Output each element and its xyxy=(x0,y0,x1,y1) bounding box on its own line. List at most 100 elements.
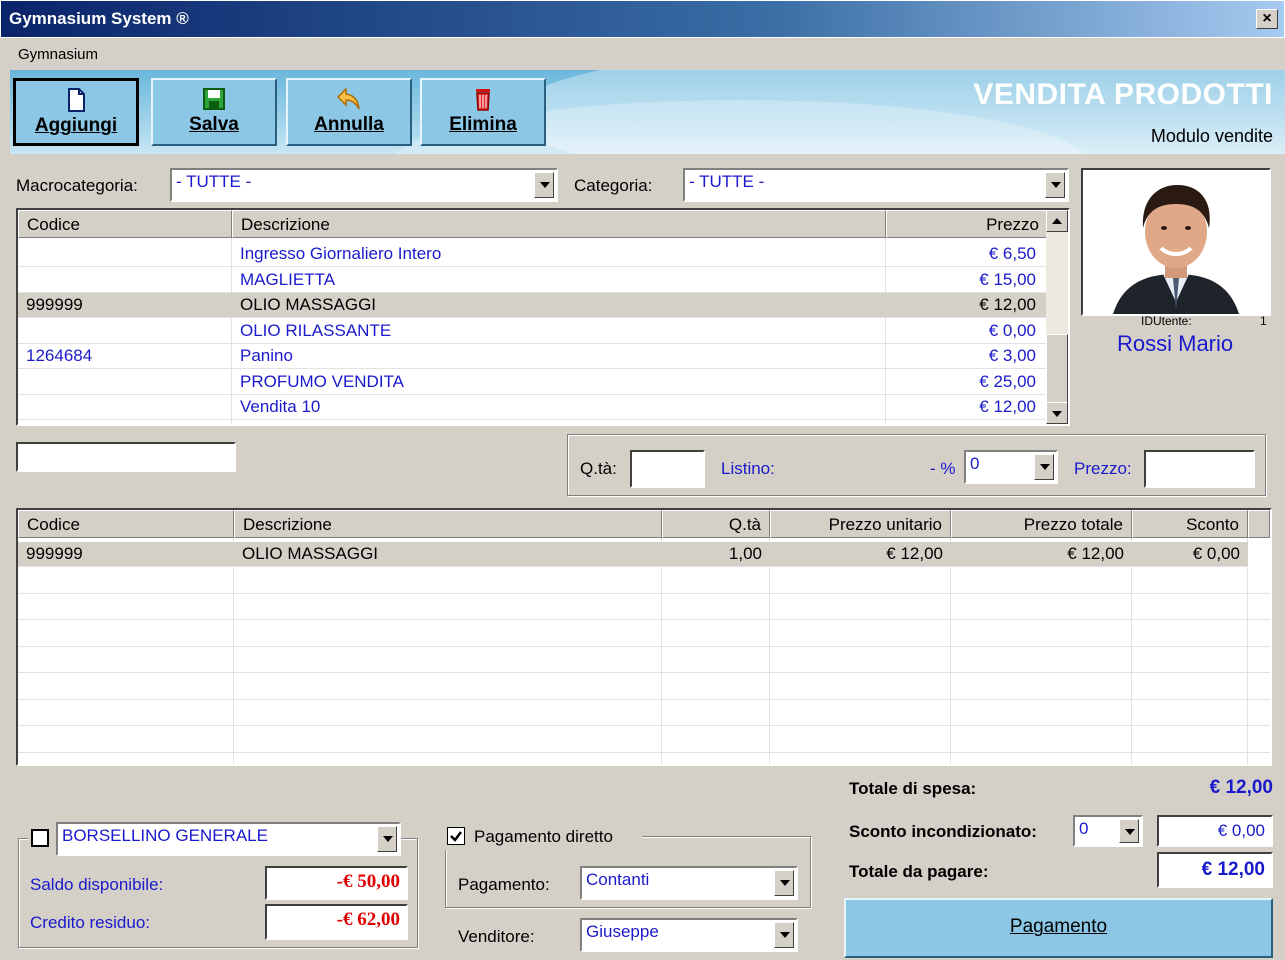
empty-row[interactable] xyxy=(18,622,1270,647)
scroll-down-icon[interactable] xyxy=(1046,402,1068,424)
column-header-description[interactable]: Descrizione xyxy=(232,210,886,238)
trash-can-icon xyxy=(476,89,490,111)
chevron-down-icon[interactable] xyxy=(774,870,794,896)
cell-code: 999999 xyxy=(26,295,83,314)
menu-bar: Gymnasium xyxy=(0,38,1285,70)
payment-method-label: Pagamento: xyxy=(458,875,550,894)
cart-grid[interactable]: Codice Descrizione Q.tà Prezzo unitario … xyxy=(16,508,1272,766)
wallet-select[interactable]: BORSELLINO GENERALE xyxy=(56,822,401,856)
empty-row[interactable] xyxy=(18,701,1270,726)
empty-row[interactable] xyxy=(18,728,1270,753)
payment-button[interactable]: Pagamento xyxy=(844,898,1273,958)
cell-description: OLIO MASSAGGI xyxy=(240,295,377,314)
price-input[interactable] xyxy=(1144,450,1255,488)
macrocategory-select[interactable]: - TUTTE - xyxy=(170,168,558,202)
column-header-code[interactable]: Codice xyxy=(18,510,234,538)
cell-code: 1264684 xyxy=(26,346,93,365)
direct-payment-label: Pagamento diretto xyxy=(474,827,613,846)
add-button[interactable]: Aggiungi xyxy=(13,78,139,146)
user-id-value: 1 xyxy=(1260,314,1267,328)
menu-gymnasium[interactable]: Gymnasium xyxy=(18,46,98,63)
cell-price: € 12,00 xyxy=(979,295,1036,314)
seller-label: Venditore: xyxy=(458,927,535,946)
cell-code xyxy=(18,268,232,293)
cancel-button[interactable]: Annulla xyxy=(286,78,412,146)
title-bar: Gymnasium System ® × xyxy=(0,0,1285,38)
balance-value: -€ 50,00 xyxy=(336,871,400,892)
user-photo xyxy=(1081,168,1271,316)
table-row[interactable]: 999999 OLIO MASSAGGI € 12,00 xyxy=(18,293,1048,318)
page-subtitle: Modulo vendite xyxy=(1150,126,1273,146)
delete-button[interactable]: Elimina xyxy=(420,78,546,146)
seller-select[interactable]: Giuseppe xyxy=(580,918,798,952)
empty-row[interactable] xyxy=(18,569,1270,594)
cell-description: OLIO RILASSANTE xyxy=(240,320,392,340)
column-header-price[interactable]: Prezzo xyxy=(886,210,1048,238)
header-band: Aggiungi Salva Annulla Elimina VENDITA P… xyxy=(10,70,1285,154)
balance-value-field: -€ 50,00 xyxy=(265,866,408,900)
save-button[interactable]: Salva xyxy=(151,78,277,146)
column-header-code[interactable]: Codice xyxy=(18,210,232,238)
cell-description: PROFUMO VENDITA xyxy=(240,371,405,391)
table-row[interactable]: PROFUMO VENDITA € 25,00 xyxy=(18,370,1048,395)
cell-unit-price: € 12,00 xyxy=(886,544,943,563)
chevron-down-icon[interactable] xyxy=(534,172,554,198)
cell-code xyxy=(18,242,232,267)
cell-price: € 15,00 xyxy=(979,269,1036,289)
product-scrollbar[interactable] xyxy=(1046,210,1068,424)
table-row[interactable]: Vendita 10 € 12,00 xyxy=(18,395,1048,420)
product-grid[interactable]: Codice Descrizione Prezzo Ingresso Giorn… xyxy=(16,208,1070,426)
cell-price: € 25,00 xyxy=(979,371,1036,391)
cell-price: € 3,00 xyxy=(988,346,1036,365)
total-due-label: Totale da pagare: xyxy=(849,862,989,881)
cell-code xyxy=(18,319,232,344)
close-button[interactable]: × xyxy=(1256,9,1278,29)
table-row[interactable]: Ingresso Giornaliero Intero € 6,50 xyxy=(18,242,1048,267)
direct-payment-checkbox[interactable] xyxy=(447,827,465,845)
new-document-icon xyxy=(68,88,85,112)
empty-row[interactable] xyxy=(18,648,1270,673)
undo-arrow-icon xyxy=(336,87,360,110)
discount-percent-select[interactable]: 0 xyxy=(964,450,1058,484)
code-search-input[interactable] xyxy=(16,442,236,472)
table-row[interactable]: 999999 OLIO MASSAGGI 1,00 € 12,00 € 12,00 € 0… xyxy=(18,542,1248,567)
payment-method-select[interactable]: Contanti xyxy=(580,866,798,900)
chevron-down-icon[interactable] xyxy=(1034,454,1054,480)
quantity-input[interactable] xyxy=(630,450,705,488)
credit-value-field: -€ 62,00 xyxy=(265,904,408,940)
floppy-disk-icon xyxy=(203,88,225,110)
chevron-down-icon[interactable] xyxy=(1045,172,1065,198)
column-header-unit-price[interactable]: Prezzo unitario xyxy=(770,510,951,538)
credit-value: -€ 62,00 xyxy=(336,909,400,930)
balance-label: Saldo disponibile: xyxy=(30,875,164,894)
avatar xyxy=(1083,170,1269,314)
column-header-quantity[interactable]: Q.tà xyxy=(662,510,770,538)
unconditional-discount-label: Sconto incondizionato: xyxy=(849,822,1037,841)
chevron-down-icon[interactable] xyxy=(1119,819,1139,843)
category-select[interactable]: - TUTTE - xyxy=(683,168,1069,202)
chevron-down-icon[interactable] xyxy=(377,826,397,852)
unconditional-discount-select-value: 0 xyxy=(1079,819,1089,838)
cell-price: € 12,00 xyxy=(979,397,1036,416)
cancel-button-label: Annulla xyxy=(314,114,384,135)
column-header-description[interactable]: Descrizione xyxy=(234,510,662,538)
delete-button-label: Elimina xyxy=(449,114,517,135)
scroll-thumb[interactable] xyxy=(1046,334,1068,404)
wallet-checkbox[interactable] xyxy=(31,829,49,847)
scroll-up-icon[interactable] xyxy=(1046,210,1068,232)
empty-row[interactable] xyxy=(18,595,1270,620)
wallet-select-value: BORSELLINO GENERALE xyxy=(62,826,268,845)
table-row[interactable]: OLIO RILASSANTE € 0,00 xyxy=(18,319,1048,344)
column-header-discount[interactable]: Sconto xyxy=(1132,510,1248,538)
empty-row[interactable] xyxy=(18,675,1270,700)
seller-value: Giuseppe xyxy=(586,922,659,941)
chevron-down-icon[interactable] xyxy=(774,922,794,948)
cell-quantity: 1,00 xyxy=(728,544,762,563)
table-row[interactable]: MAGLIETTA € 15,00 xyxy=(18,268,1048,293)
unconditional-discount-amount: € 0,00 xyxy=(1157,815,1273,847)
column-header-total-price[interactable]: Prezzo totale xyxy=(951,510,1132,538)
table-row[interactable]: 1264684 Panino € 3,00 xyxy=(18,344,1048,369)
unconditional-discount-select[interactable]: 0 xyxy=(1073,815,1143,847)
checkmark-icon xyxy=(450,831,462,842)
quantity-label: Q.tà: xyxy=(580,459,617,478)
